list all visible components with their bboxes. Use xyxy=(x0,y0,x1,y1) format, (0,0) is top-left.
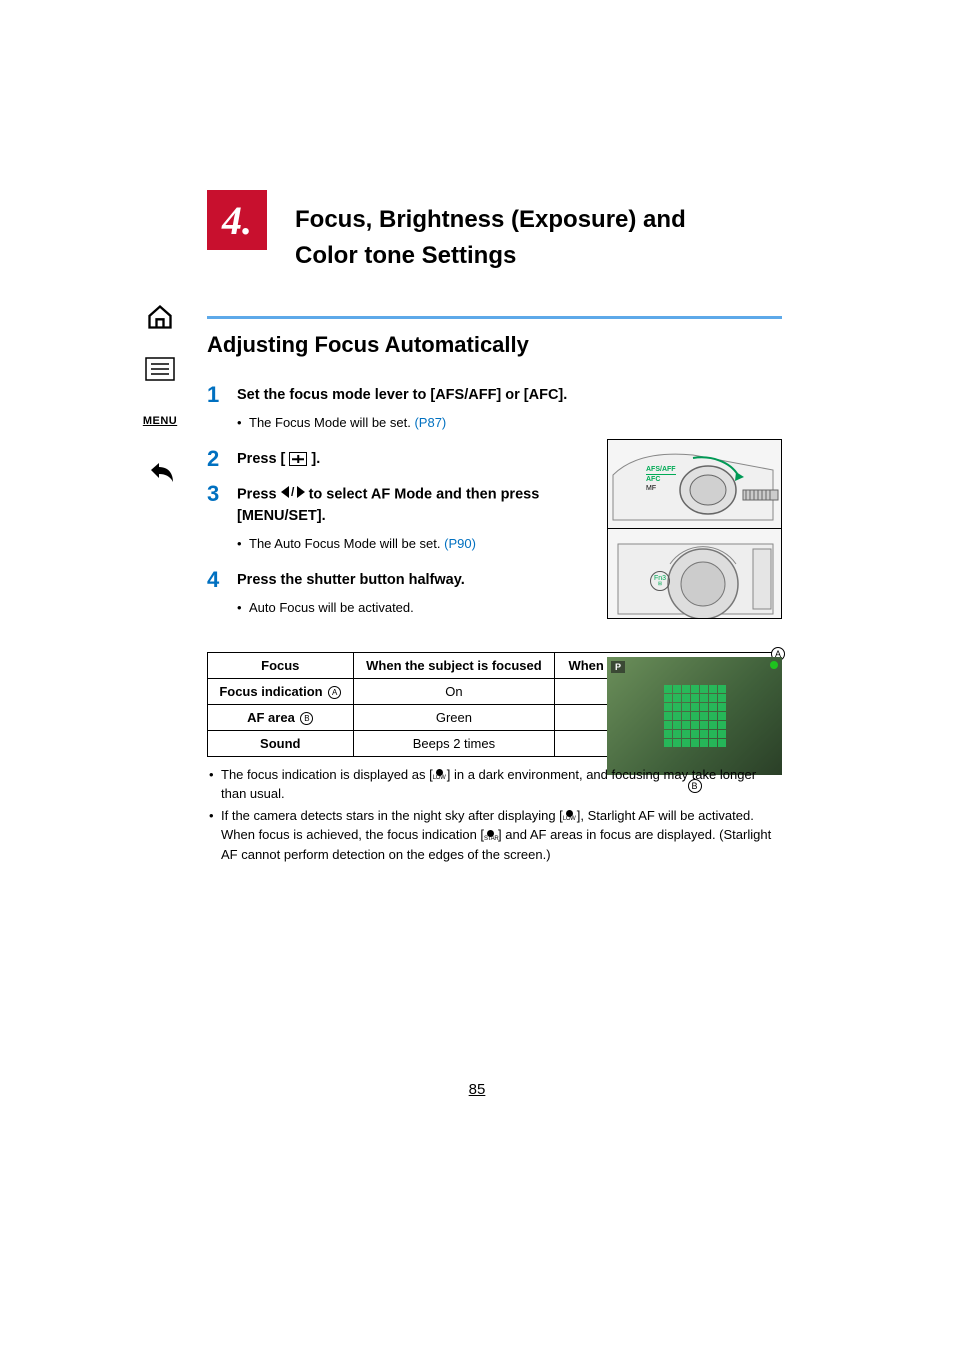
back-icon[interactable] xyxy=(143,456,177,490)
chapter-title-line2: Color tone Settings xyxy=(295,238,785,274)
menu-label: MENU xyxy=(143,415,177,427)
step-title: Press / to select AF Mode and then press… xyxy=(237,484,572,528)
step-number: 1 xyxy=(207,382,237,408)
sidebar: MENU xyxy=(135,300,185,490)
dial-label-mf: MF xyxy=(646,484,676,493)
page-number[interactable]: 85 xyxy=(469,1081,486,1098)
marker-a-inline: A xyxy=(328,686,341,699)
step-title: Set the focus mode lever to [AFS/AFF] or… xyxy=(237,385,572,407)
table-cell: Sound xyxy=(208,730,354,756)
divider xyxy=(207,316,782,319)
low-focus-icon: LOW xyxy=(433,769,447,781)
figure-camera-dial: AFS/AFF AFC MF Fn3 ⊞ xyxy=(607,439,782,619)
chapter-number: 4. xyxy=(222,197,252,244)
left-right-arrow-icon: / xyxy=(281,484,305,506)
table-cell: Green xyxy=(353,704,555,730)
table-header: Focus xyxy=(208,652,354,678)
chapter-title: Focus, Brightness (Exposure) and Color t… xyxy=(295,202,785,274)
step-3: 3 Press / to select AF Mode and then pre… xyxy=(207,481,572,564)
footnotes: The focus indication is displayed as [LO… xyxy=(207,765,782,865)
af-mode-icon xyxy=(289,452,307,466)
dial-label-afs-aff: AFS/AFF xyxy=(646,465,676,475)
section-title: Adjusting Focus Automatically xyxy=(207,332,782,358)
table-cell: Focus indication A xyxy=(208,678,354,704)
table-header: When the subject is focused xyxy=(353,652,555,678)
svg-text:/: / xyxy=(291,486,295,498)
focus-dot-icon xyxy=(770,661,778,669)
step-number: 3 xyxy=(207,481,237,507)
step-number: 2 xyxy=(207,446,237,472)
step-1: 1 Set the focus mode lever to [AFS/AFF] … xyxy=(207,382,572,442)
footnote: The focus indication is displayed as [LO… xyxy=(207,765,782,804)
table-cell: Beeps 2 times xyxy=(353,730,555,756)
footnote: If the camera detects stars in the night… xyxy=(207,806,782,865)
page-link[interactable]: (P87) xyxy=(414,415,446,430)
step-number: 4 xyxy=(207,567,237,593)
step-bullet: The Auto Focus Mode will be set. (P90) xyxy=(237,534,572,554)
marker-b-inline: B xyxy=(300,712,313,725)
step-4: 4 Press the shutter button halfway. Auto… xyxy=(207,567,572,627)
af-area-grid xyxy=(664,685,726,747)
page-link[interactable]: (P90) xyxy=(444,536,476,551)
home-icon[interactable] xyxy=(143,300,177,334)
step-bullet: Auto Focus will be activated. xyxy=(237,598,572,618)
dial-label-afc: AFC xyxy=(646,475,676,484)
step-2: 2 Press [ ]. xyxy=(207,446,572,472)
menu-link[interactable]: MENU xyxy=(143,404,177,438)
step-bullet: The Focus Mode will be set. (P87) xyxy=(237,413,572,433)
fn3-button-label: Fn3 ⊞ xyxy=(650,571,670,591)
chapter-number-badge: 4. xyxy=(207,190,267,250)
chapter-title-line1: Focus, Brightness (Exposure) and xyxy=(295,202,785,238)
step-title: Press [ ]. xyxy=(237,449,572,471)
table-cell: AF area B xyxy=(208,704,354,730)
table-cell: On xyxy=(353,678,555,704)
toc-icon[interactable] xyxy=(143,352,177,386)
step-title: Press the shutter button halfway. xyxy=(237,570,572,592)
star-focus-icon: STAR xyxy=(484,830,498,842)
low-focus-icon: LOW xyxy=(563,810,577,822)
mode-p-indicator: P xyxy=(611,661,625,673)
